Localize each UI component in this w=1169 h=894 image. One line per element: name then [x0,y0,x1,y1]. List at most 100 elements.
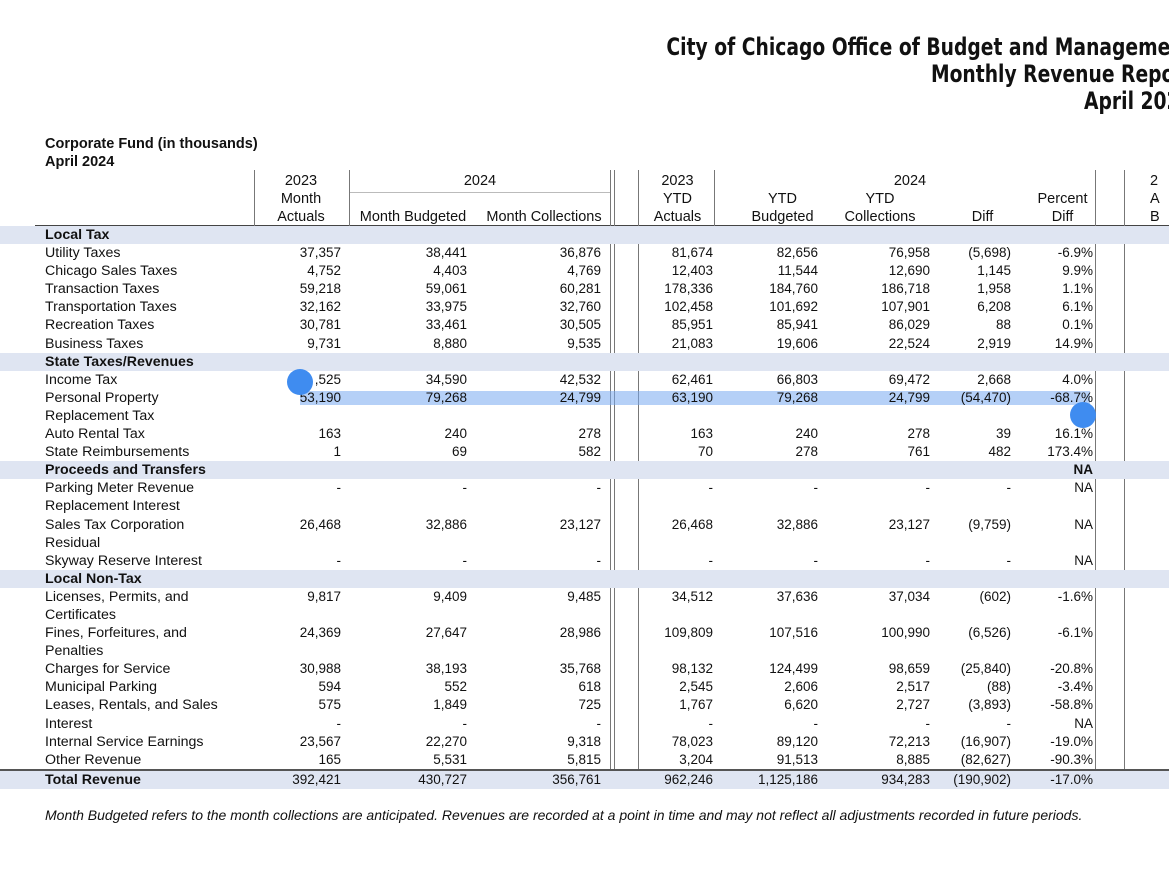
cell-value: 30,781 [299,317,341,333]
cell-value: 16.1% [1054,426,1093,442]
cell-value: 1,958 [977,281,1011,297]
cell-value: 34,512 [671,588,713,604]
header-month-collections: Month Collections [486,209,602,225]
cell-value: 101,692 [769,299,818,315]
cell-value: 1,767 [679,697,713,713]
cell-value: 2,727 [896,697,930,713]
section-row: Local Non-Tax [0,569,1169,588]
row-label: Recreation Taxes [45,317,155,334]
revenue-table-body: Local Tax Utility Taxes 37,357 38,441 36,876… [0,226,1169,789]
row-label: Other Revenue [45,751,142,768]
table-row: Recreation Taxes 30,781 33,461 30,505 85,951… [0,316,1169,334]
header-diff: Diff [971,209,994,225]
cell-value: 38,193 [425,661,467,677]
cell-value: 278 [907,426,930,442]
cell-value: 63,190 [671,389,713,405]
cell-value: - [813,552,819,568]
selection-start-handle[interactable] [287,369,313,395]
cell-value: 28,986 [559,625,601,641]
cell-value: (82,627) [960,751,1011,767]
selection-end-handle[interactable] [1070,402,1096,428]
cell-value: - [1006,480,1012,496]
cell-value: 85,951 [671,317,713,333]
cell-value: 33,461 [425,317,467,333]
col-border [714,170,715,226]
cell-value: 24,369 [299,625,341,641]
row-label: Sales Tax Corporation [45,516,185,533]
row-label: Fines, Forfeitures, and [45,625,187,642]
header-percent-diff: Percent Diff [1037,191,1088,225]
cell-value: (25,840) [960,661,1011,677]
cell-value: 102,458 [664,299,713,315]
cell-value: NA [1074,480,1093,496]
cell-value: 78,023 [671,733,713,749]
cell-value: -6.9% [1057,245,1093,261]
cell-value: 59,061 [425,281,467,297]
cell-value: 23,127 [888,516,930,532]
total-row: Total Revenue 392,421 430,727 356,761 962,24… [0,768,1169,789]
cell-value: 1 [333,444,341,460]
header-cut-column: 2 A B [1150,173,1160,225]
cell-value: - [813,715,819,731]
table-row: Auto Rental Tax 163 240 278 163 240 278 39 16.1% [0,425,1169,443]
cell-value: 107,516 [769,625,818,641]
cell-value: 32,162 [299,299,341,315]
cell-value: - [336,715,342,731]
table-row: Chicago Sales Taxes 4,752 4,403 4,769 12,403… [0,262,1169,280]
table-row: Replacement Interest [0,497,1169,515]
cell-value: -58.8% [1050,697,1093,713]
cell-value: - [336,552,342,568]
cell-value: 36,876 [559,245,601,261]
cell-value: 356,761 [552,771,601,787]
cell-value: 184,760 [769,281,818,297]
row-label: Auto Rental Tax [45,426,145,443]
cell-value: 552 [444,679,467,695]
row-label: Local Tax [45,227,110,243]
table-row: Utility Taxes 37,357 38,441 36,876 81,674 82,… [0,244,1169,262]
cell-value: 26,468 [671,516,713,532]
cell-value: 37,357 [299,245,341,261]
cell-value: (602) [979,588,1011,604]
row-label: Internal Service Earnings [45,733,204,750]
cell-value: NA [1074,552,1093,568]
cell-value: 9,318 [567,733,601,749]
cell-value: 934,283 [881,771,930,787]
cell-value: 4.0% [1062,371,1093,387]
table-header: 2023 Month Actuals 2024 Month Budgeted M… [0,170,1169,226]
row-label: Personal Property [45,389,159,406]
cell-value: 9,817 [307,588,341,604]
cell-value: 240 [444,426,467,442]
cell-value: 582 [578,444,601,460]
cell-value: 2,517 [896,679,930,695]
cell-value: 430,727 [418,771,467,787]
cell-value: 575 [318,697,341,713]
cell-value: 14.9% [1054,335,1093,351]
table-row: Interest - - - - - - - NA [0,715,1169,733]
cell-value: 240 [795,426,818,442]
table-row: Replacement Tax [0,407,1169,425]
cell-value: 69,472 [888,371,930,387]
cell-value: 23,567 [299,733,341,749]
table-row: Transportation Taxes 32,162 33,975 32,760 10… [0,298,1169,316]
cell-value: (88) [986,679,1011,695]
cell-value: 79,268 [776,389,818,405]
table-row: Transaction Taxes 59,218 59,061 60,281 178,3… [0,280,1169,298]
cell-value: - [708,715,714,731]
cell-value: (9,759) [968,516,1011,532]
cell-value: 186,718 [881,281,930,297]
table-row: Leases, Rentals, and Sales 575 1,849 725 1,7… [0,696,1169,714]
cell-value: (5,698) [968,245,1011,261]
cell-value: - [925,480,931,496]
row-label: Licenses, Permits, and [45,588,189,605]
row-label: Leases, Rentals, and Sales [45,697,218,714]
table-row: Charges for Service 30,988 38,193 35,768 98,… [0,660,1169,678]
cell-value: 107,901 [881,299,930,315]
cell-value: (6,526) [968,625,1011,641]
cell-value: 124,499 [769,661,818,677]
table-row: Municipal Parking 594 552 618 2,545 2,606 2,51… [0,678,1169,696]
report-title-line2: Monthly Revenue Report [931,60,1169,88]
cell-value: - [462,552,468,568]
cell-value: 9,409 [433,588,467,604]
table-row: Other Revenue 165 5,531 5,815 3,204 91,513 8,8… [0,751,1169,769]
cell-value: 4,769 [567,263,601,279]
